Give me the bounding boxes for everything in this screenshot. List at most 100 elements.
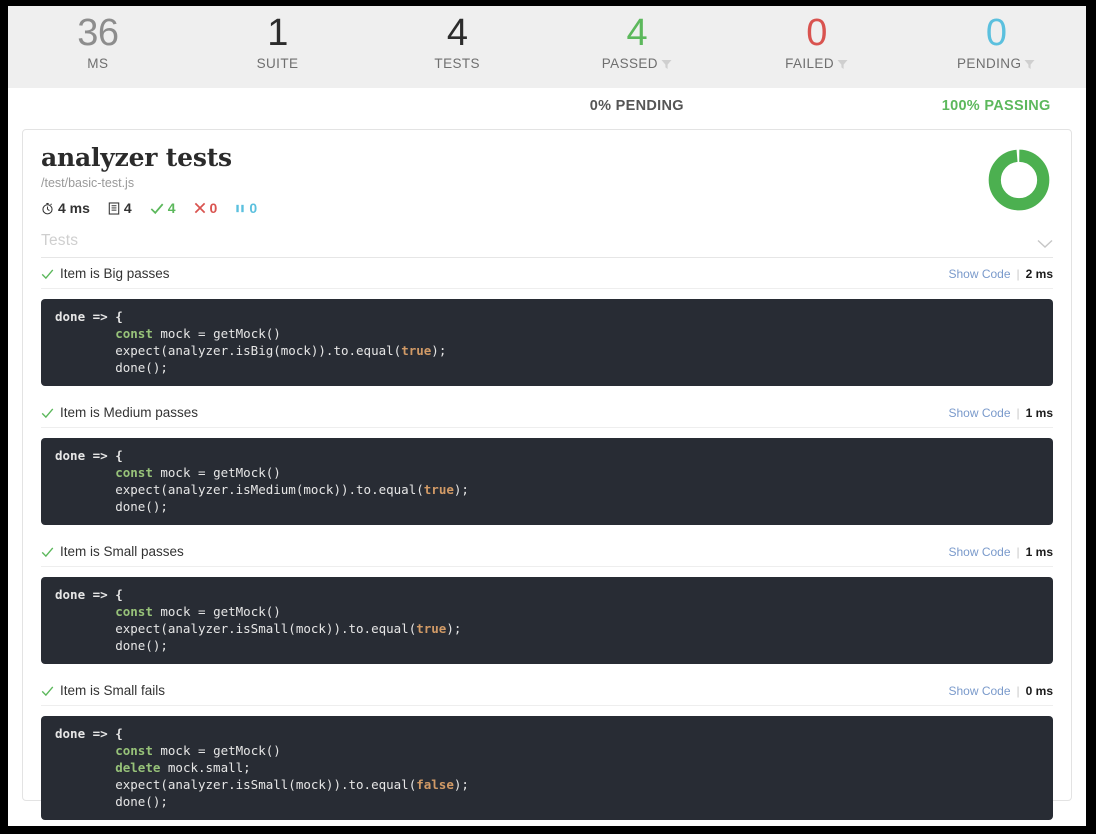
code-segment: true	[416, 621, 447, 636]
suite-duration: 4 ms	[41, 200, 90, 216]
summary-stat-label: PASSED	[602, 56, 672, 72]
suite-failed-count: 0	[194, 200, 218, 216]
suite-pending-count: 0	[235, 200, 257, 216]
check-icon	[150, 202, 164, 215]
check-icon	[41, 406, 54, 419]
x-icon	[194, 202, 206, 214]
code-segment: done();	[55, 794, 168, 809]
summary-stat-tests: 4 TESTS	[367, 6, 547, 73]
test-name: Item is Big passes	[60, 266, 170, 281]
summary-stat-suite: 1 SUITE	[188, 6, 368, 73]
chevron-down-icon[interactable]	[1037, 236, 1053, 248]
tests-section-label: Tests	[41, 232, 79, 249]
summary-stat-label-text: SUITE	[256, 56, 299, 71]
code-segment: const	[115, 604, 153, 619]
summary-stat-label-text: MS	[87, 56, 109, 71]
test-name: Item is Small fails	[60, 683, 166, 698]
suite-stats-row: 4 ms 4 4 0 0	[41, 200, 1053, 216]
summary-stat-pending[interactable]: 0 PENDING	[906, 6, 1086, 73]
show-code-link[interactable]: Show Code	[948, 684, 1010, 698]
pause-icon	[235, 203, 245, 214]
code-segment: mock = getMock()	[152, 743, 281, 758]
code-segment: done => {	[55, 726, 123, 741]
tests-list: Item is Big passes Show Code | 2 ms done => …	[23, 258, 1071, 820]
test-duration: 1 ms	[1025, 544, 1053, 559]
test-row-right: Show Code | 0 ms	[948, 684, 1053, 698]
summary-stat-label: TESTS	[434, 56, 480, 72]
summary-stats-bar: 36 MS 1 SUITE 4 TESTS 4 PASSED 0 FAILED 0 PENDING	[8, 6, 1086, 88]
test-code-block: done => { const mock = getMock() expect(…	[41, 299, 1053, 386]
summary-stat-value: 4	[446, 12, 468, 54]
report-frame: 36 MS 1 SUITE 4 TESTS 4 PASSED 0 FAILED 0 PENDING 0…	[8, 6, 1086, 826]
summary-stat-passed[interactable]: 4 PASSED	[547, 6, 727, 73]
code-segment: );	[446, 621, 462, 636]
test-row[interactable]: Item is Big passes Show Code | 2 ms	[41, 258, 1053, 289]
filter-funnel-icon[interactable]	[1024, 59, 1035, 70]
test-row-left: Item is Small passes	[41, 544, 184, 559]
test-code-block: done => { const mock = getMock() delete …	[41, 716, 1053, 820]
test-name: Item is Small passes	[60, 544, 184, 559]
code-segment: mock = getMock()	[152, 604, 281, 619]
pending-percent: 0% PENDING	[589, 98, 684, 114]
code-segment: expect(analyzer.isSmall(mock)).to.equal(	[55, 777, 417, 792]
test-duration: 0 ms	[1025, 683, 1053, 698]
percent-row: 0% PENDING 100% PASSING	[8, 88, 1086, 124]
summary-stat-label-text: FAILED	[785, 56, 834, 71]
summary-stat-ms: 36 MS	[8, 6, 188, 73]
test-row-right: Show Code | 2 ms	[948, 267, 1053, 281]
code-segment: );	[431, 343, 447, 358]
separator: |	[1016, 405, 1020, 420]
stopwatch-icon	[41, 202, 54, 215]
show-code-link[interactable]: Show Code	[948, 267, 1010, 281]
code-segment: expect(analyzer.isBig(mock)).to.equal(	[55, 343, 402, 358]
test-duration: 2 ms	[1025, 266, 1053, 281]
test-row-left: Item is Medium passes	[41, 405, 198, 420]
suite-card: analyzer tests /test/basic-test.js 4 ms	[22, 129, 1072, 820]
check-icon	[41, 545, 54, 558]
summary-stat-value: 0	[985, 12, 1007, 54]
code-segment: done => {	[55, 587, 123, 602]
code-segment: );	[453, 777, 469, 792]
code-segment: );	[453, 482, 469, 497]
suite-failed-value: 0	[209, 200, 218, 216]
separator: |	[1016, 266, 1020, 281]
test-duration: 1 ms	[1025, 405, 1053, 420]
summary-stat-value: 4	[626, 12, 648, 54]
filter-funnel-icon[interactable]	[661, 59, 672, 70]
suite-duration-value: 4 ms	[58, 200, 90, 216]
separator: |	[1016, 544, 1020, 559]
code-segment: mock.small;	[160, 760, 251, 775]
document-icon	[108, 201, 120, 215]
suite-file-path: /test/basic-test.js	[41, 176, 135, 190]
summary-stat-label: FAILED	[785, 56, 848, 72]
summary-stat-label-text: PENDING	[957, 56, 1022, 71]
test-row-right: Show Code | 1 ms	[948, 406, 1053, 420]
code-segment: true	[401, 343, 432, 358]
check-icon	[41, 267, 54, 280]
summary-stat-label: PENDING	[957, 56, 1035, 72]
summary-stat-value: 1	[267, 12, 288, 54]
code-segment: expect(analyzer.isMedium(mock)).to.equal…	[55, 482, 424, 497]
test-row[interactable]: Item is Small fails Show Code | 0 ms	[41, 675, 1053, 706]
code-segment: done => {	[55, 309, 123, 324]
tests-section-header[interactable]: Tests	[41, 229, 1053, 258]
suite-test-count-value: 4	[123, 200, 132, 216]
show-code-link[interactable]: Show Code	[948, 545, 1010, 559]
test-name: Item is Medium passes	[60, 405, 199, 420]
test-row[interactable]: Item is Medium passes Show Code | 1 ms	[41, 397, 1053, 428]
filter-funnel-icon[interactable]	[837, 59, 848, 70]
check-icon	[41, 684, 54, 697]
test-row-left: Item is Small fails	[41, 683, 165, 698]
code-segment: done();	[55, 499, 168, 514]
separator: |	[1016, 683, 1020, 698]
code-segment: done => {	[55, 448, 123, 463]
code-segment: const	[115, 465, 153, 480]
code-segment: done();	[55, 638, 168, 653]
summary-stat-label-text: PASSED	[601, 56, 658, 71]
test-code-block: done => { const mock = getMock() expect(…	[41, 577, 1053, 664]
show-code-link[interactable]: Show Code	[948, 406, 1010, 420]
summary-stat-failed[interactable]: 0 FAILED	[727, 6, 907, 73]
test-row[interactable]: Item is Small passes Show Code | 1 ms	[41, 536, 1053, 567]
